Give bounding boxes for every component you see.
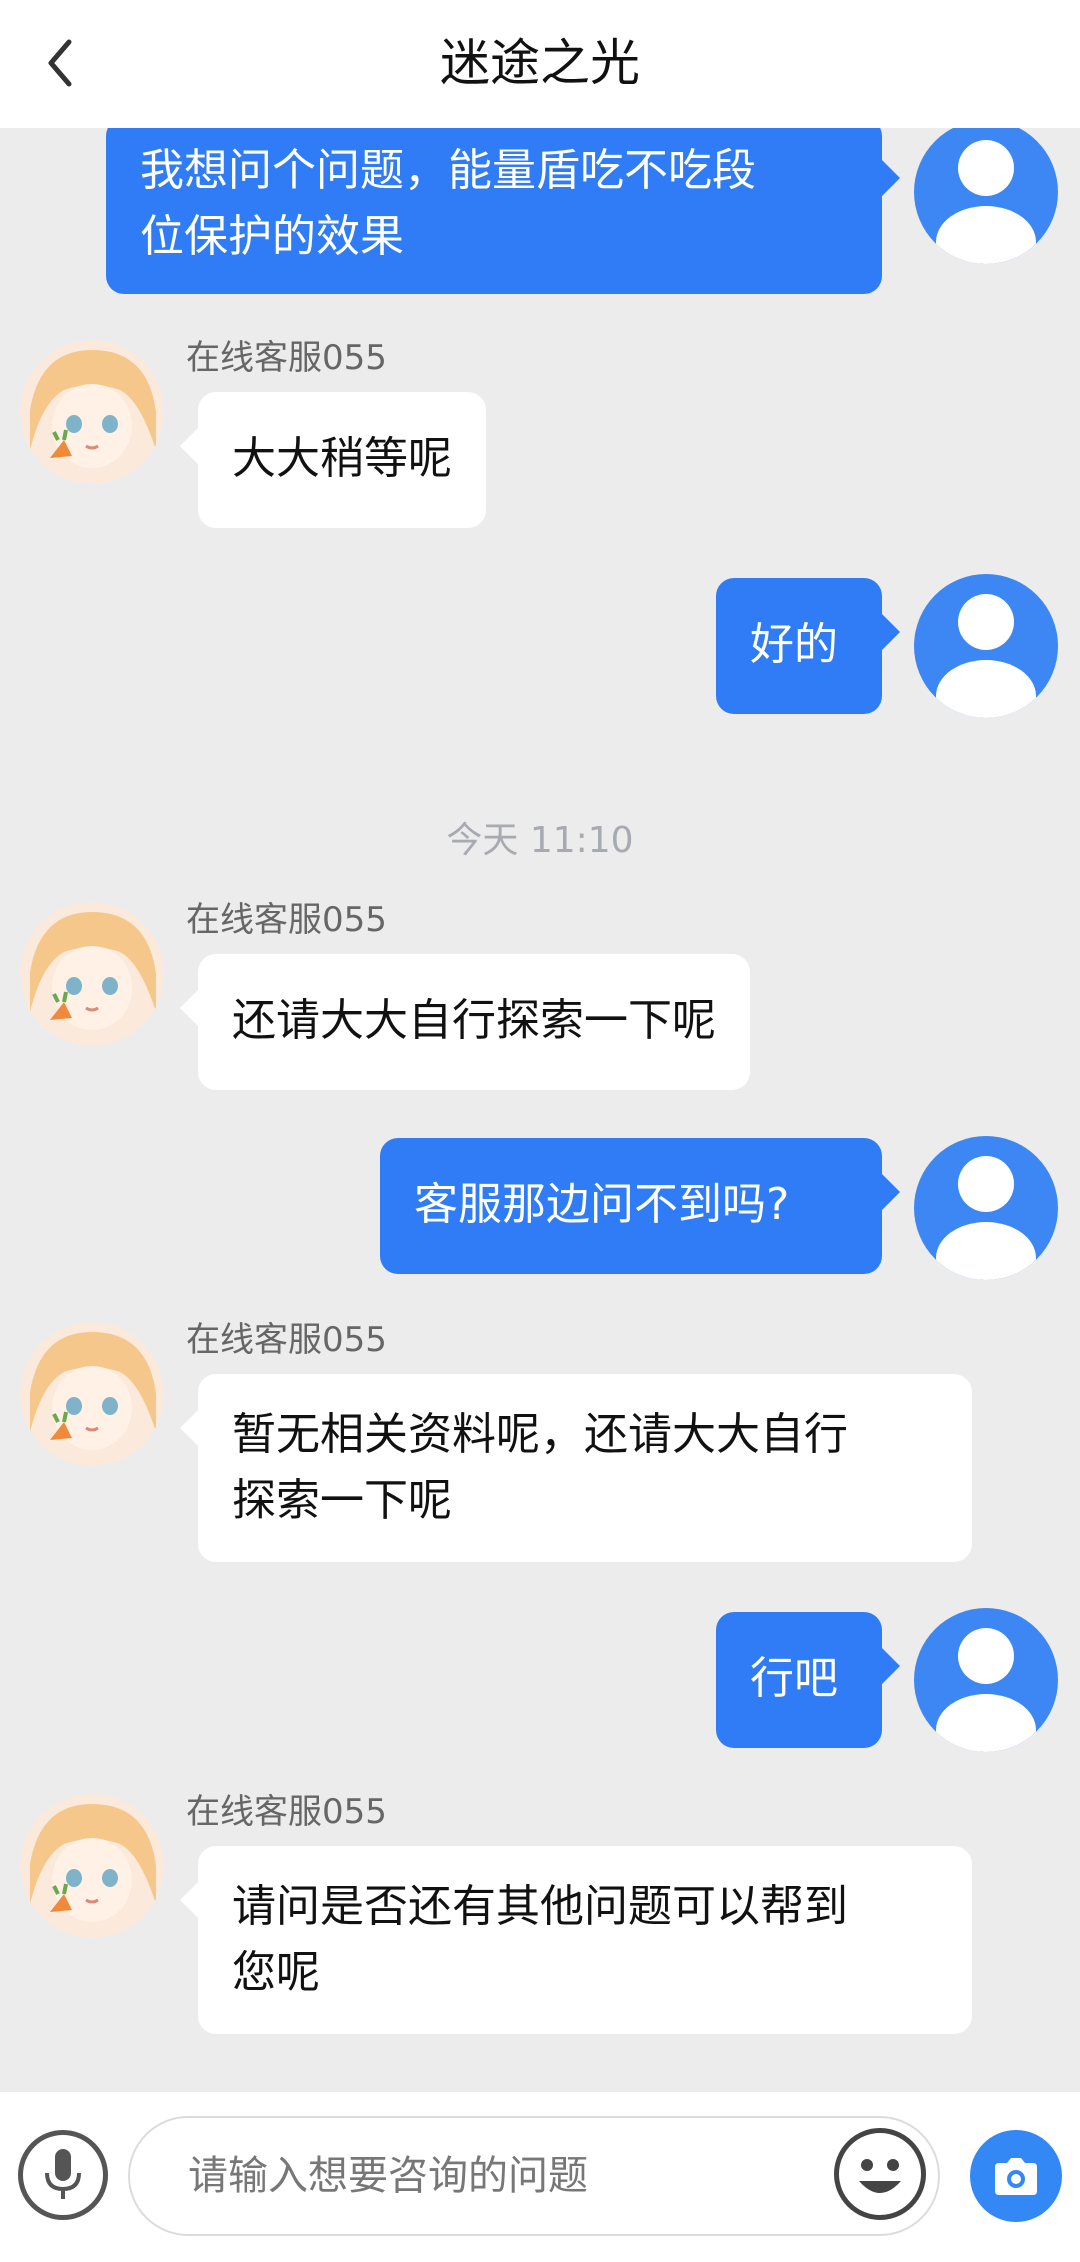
microphone-icon: [45, 2149, 81, 2199]
person-icon: [936, 140, 1036, 264]
agent-avatar[interactable]: [20, 340, 164, 484]
person-icon: [936, 1628, 1036, 1752]
message-user: 我想问个问题，能量盾吃不吃段 位保护的效果: [0, 128, 1080, 318]
message-line: 行吧: [750, 1653, 838, 1704]
user-avatar[interactable]: [914, 574, 1058, 718]
anime-girl-avatar-icon: [20, 340, 164, 484]
top-bar: 迷途之光: [0, 0, 1080, 128]
message-user: 行吧: [0, 1602, 1080, 1762]
emoji-button[interactable]: [834, 2128, 926, 2220]
message-line: 还请大大自行探索一下呢: [232, 995, 716, 1046]
message-line: 您呢: [232, 1947, 320, 1998]
anime-girl-avatar-icon: [20, 902, 164, 1046]
message-bubble[interactable]: 客服那边问不到吗?: [380, 1138, 900, 1274]
agent-avatar[interactable]: [20, 1794, 164, 1938]
user-avatar[interactable]: [914, 128, 1058, 264]
sender-name: 在线客服055: [186, 1320, 387, 1360]
page-title: 迷途之光: [440, 34, 640, 92]
person-icon: [936, 594, 1036, 718]
anime-girl-avatar-icon: [20, 1794, 164, 1938]
message-bubble[interactable]: 请问是否还有其他问题可以帮到 您呢: [180, 1846, 972, 2034]
message-line: 位保护的效果: [140, 211, 404, 262]
message-bubble[interactable]: 暂无相关资料呢，还请大大自行 探索一下呢: [180, 1374, 972, 1562]
message-input-container: [128, 2116, 940, 2236]
anime-girl-avatar-icon: [20, 1322, 164, 1466]
message-bubble[interactable]: 好的: [716, 578, 900, 714]
chat-area[interactable]: 我想问个问题，能量盾吃不吃段 位保护的效果 在线客服055 大大稍等呢 好的 今…: [0, 128, 1080, 2092]
message-agent: 在线客服055 暂无相关资料呢，还请大大自行 探索一下呢: [0, 1320, 1080, 1580]
voice-button[interactable]: [18, 2130, 108, 2220]
message-input[interactable]: [188, 2118, 838, 2234]
message-bubble[interactable]: 我想问个问题，能量盾吃不吃段 位保护的效果: [106, 128, 900, 294]
message-line: 客服那边问不到吗?: [414, 1179, 790, 1230]
message-agent: 在线客服055 还请大大自行探索一下呢: [0, 900, 1080, 1100]
agent-avatar[interactable]: [20, 902, 164, 1046]
sender-name: 在线客服055: [186, 338, 387, 378]
message-line: 大大稍等呢: [232, 433, 452, 484]
message-user: 好的: [0, 568, 1080, 728]
timestamp-divider: 今天 11:10: [446, 820, 634, 861]
message-line: 好的: [750, 619, 838, 670]
input-bar: [0, 2092, 1080, 2262]
message-line: 请问是否还有其他问题可以帮到: [232, 1881, 848, 1932]
message-agent: 在线客服055 请问是否还有其他问题可以帮到 您呢: [0, 1792, 1080, 2052]
message-line: 暂无相关资料呢，还请大大自行: [232, 1409, 848, 1460]
sender-name: 在线客服055: [186, 900, 387, 940]
message-line: 探索一下呢: [232, 1475, 452, 1526]
message-line: 我想问个问题，能量盾吃不吃段: [140, 145, 756, 196]
message-bubble[interactable]: 行吧: [716, 1612, 900, 1748]
message-agent: 在线客服055 大大稍等呢: [0, 338, 1080, 538]
user-avatar[interactable]: [914, 1136, 1058, 1280]
agent-avatar[interactable]: [20, 1322, 164, 1466]
person-icon: [936, 1156, 1036, 1280]
user-avatar[interactable]: [914, 1608, 1058, 1752]
sender-name: 在线客服055: [186, 1792, 387, 1832]
message-bubble[interactable]: 大大稍等呢: [180, 392, 486, 528]
message-user: 客服那边问不到吗?: [0, 1130, 1080, 1290]
smiley-face-icon: [859, 2159, 901, 2193]
message-bubble[interactable]: 还请大大自行探索一下呢: [180, 954, 750, 1090]
camera-button[interactable]: [970, 2130, 1062, 2222]
camera-icon: [995, 2158, 1037, 2195]
